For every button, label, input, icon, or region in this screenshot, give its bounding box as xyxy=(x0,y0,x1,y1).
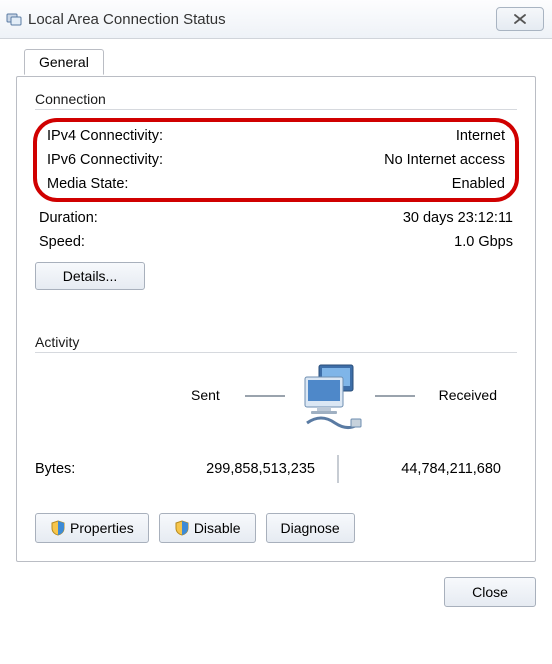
received-connector xyxy=(375,395,415,397)
row-speed: Speed: 1.0 Gbps xyxy=(35,230,517,254)
received-label: Received xyxy=(439,387,497,403)
bytes-received-value: 44,784,211,680 xyxy=(373,461,517,477)
row-media-state: Media State: Enabled xyxy=(43,172,509,196)
bytes-label: Bytes: xyxy=(35,461,155,477)
diagnose-label: Diagnose xyxy=(281,520,340,536)
sent-connector xyxy=(245,395,285,397)
speed-value: 1.0 Gbps xyxy=(454,234,513,250)
details-button[interactable]: Details... xyxy=(35,262,145,290)
divider xyxy=(35,109,517,110)
window-close-button[interactable] xyxy=(496,7,544,31)
sent-label: Sent xyxy=(191,387,220,403)
row-bytes: Bytes: 299,858,513,235 44,784,211,680 xyxy=(35,455,517,483)
row-duration: Duration: 30 days 23:12:11 xyxy=(35,206,517,230)
dialog-body: General Connection IPv4 Connectivity: In… xyxy=(0,39,552,621)
divider xyxy=(35,352,517,353)
duration-label: Duration: xyxy=(39,210,98,226)
ipv4-label: IPv4 Connectivity: xyxy=(47,128,163,144)
close-button[interactable]: Close xyxy=(444,577,536,607)
duration-value: 30 days 23:12:11 xyxy=(403,210,513,226)
speed-label: Speed: xyxy=(39,234,85,250)
properties-button[interactable]: Properties xyxy=(35,513,149,543)
connection-heading: Connection xyxy=(35,91,517,107)
highlight-annotation: IPv4 Connectivity: Internet IPv6 Connect… xyxy=(33,118,519,202)
group-activity: Activity Sent xyxy=(35,334,517,483)
activity-diagram: Sent xyxy=(35,361,517,451)
window-icon xyxy=(6,11,22,27)
row-ipv4: IPv4 Connectivity: Internet xyxy=(43,124,509,148)
tab-general[interactable]: General xyxy=(24,49,104,75)
ipv4-value: Internet xyxy=(456,128,505,144)
row-ipv6: IPv6 Connectivity: No Internet access xyxy=(43,148,509,172)
ipv6-label: IPv6 Connectivity: xyxy=(47,152,163,168)
diagnose-button[interactable]: Diagnose xyxy=(266,513,355,543)
dialog-footer: Close xyxy=(16,577,536,607)
disable-button[interactable]: Disable xyxy=(159,513,256,543)
computers-icon xyxy=(299,363,363,435)
bytes-separator xyxy=(337,455,339,483)
shield-icon xyxy=(174,520,190,536)
activity-heading: Activity xyxy=(35,334,517,350)
window-title: Local Area Connection Status xyxy=(28,11,226,28)
title-bar-left: Local Area Connection Status xyxy=(6,11,226,28)
title-bar: Local Area Connection Status xyxy=(0,0,552,39)
tab-region: General Connection IPv4 Connectivity: In… xyxy=(16,49,536,535)
close-label: Close xyxy=(472,584,508,600)
action-button-row: Properties Disable Diagnose xyxy=(35,513,517,543)
properties-label: Properties xyxy=(70,520,134,536)
tab-pane-general: Connection IPv4 Connectivity: Internet I… xyxy=(16,76,536,562)
disable-label: Disable xyxy=(194,520,241,536)
media-state-value: Enabled xyxy=(452,176,505,192)
group-connection: Connection IPv4 Connectivity: Internet I… xyxy=(35,91,517,290)
shield-icon xyxy=(50,520,66,536)
bytes-sent-value: 299,858,513,235 xyxy=(155,461,315,477)
ipv6-value: No Internet access xyxy=(384,152,505,168)
media-state-label: Media State: xyxy=(47,176,128,192)
